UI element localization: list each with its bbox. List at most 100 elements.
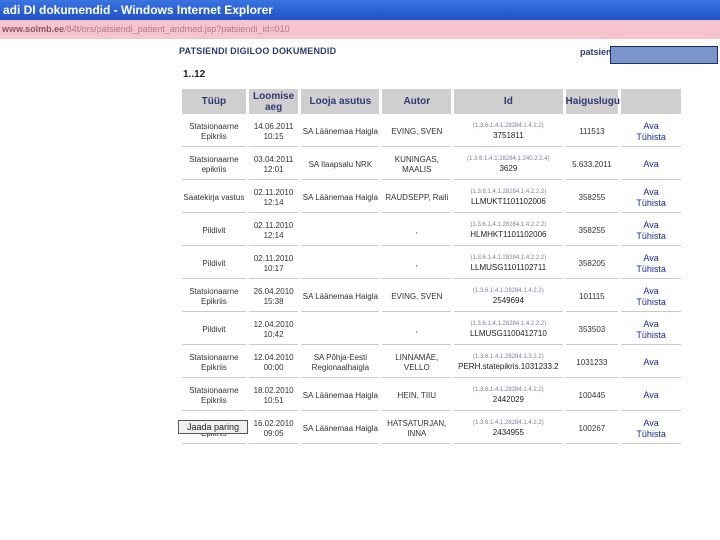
created-time: 10:17 bbox=[263, 263, 284, 273]
cell-org: SA Läänemaa Haigla bbox=[301, 282, 380, 312]
table-row: Statsionaarne Epikriis 12.04.2010 00:00 SA … bbox=[182, 348, 681, 378]
cancel-link[interactable]: Tühista bbox=[621, 198, 681, 209]
cell-case: 100445 bbox=[565, 381, 619, 411]
cell-author: LINNAMÄE, VELLO bbox=[382, 348, 452, 378]
id-oid: (1.3.6.1.4.1.28284.1.4.2.2.2) bbox=[470, 189, 547, 195]
cell-type: Saatekirja vastus bbox=[182, 183, 246, 213]
cell-author: EVING, SVEN bbox=[382, 117, 452, 147]
col-header-type[interactable]: Tüüp bbox=[182, 89, 246, 114]
cell-org: SA Põhja-Eesti Regionaalhaigla bbox=[301, 348, 380, 378]
created-time: 00:00 bbox=[263, 362, 284, 372]
id-value: HLMHKT1101102006 bbox=[470, 230, 547, 239]
col-header-case[interactable]: Haiguslugu bbox=[565, 89, 620, 114]
id-oid: (1.3.6.1.4.1.28284.1.4.2.2) bbox=[473, 420, 544, 426]
cell-id: (1.3.6.1.4.1.28284.1.240.2.2.4) 3629 bbox=[454, 150, 563, 180]
cell-org bbox=[301, 216, 380, 246]
created-date: 03.04.2011 bbox=[253, 154, 294, 164]
id-oid: (1.3.6.1.4.1.28284.1.240.2.2.4) bbox=[467, 156, 550, 162]
id-value: LLMUSG1101102711 bbox=[470, 263, 547, 272]
col-header-author[interactable]: Autor bbox=[382, 89, 452, 114]
address-bar[interactable]: www.solmb.ee/84t/ors/patsiendi_patient_a… bbox=[0, 20, 720, 39]
cell-type: Statsionaarne Epikriis bbox=[182, 348, 246, 378]
more-results-button[interactable]: Jaada paring bbox=[178, 420, 248, 434]
created-date: 18.02.2010 bbox=[253, 385, 294, 395]
id-value: 3629 bbox=[499, 164, 518, 173]
patient-field[interactable] bbox=[610, 46, 718, 64]
cell-actions: Ava Tühista bbox=[621, 117, 681, 147]
open-link[interactable]: Ava bbox=[621, 418, 681, 429]
open-link[interactable]: Ava bbox=[621, 253, 681, 264]
result-range: 1..12 bbox=[183, 69, 206, 80]
table-row: Statsionaarne epikriis 03.04.2011 12:01 SA … bbox=[182, 150, 681, 180]
col-header-org[interactable]: Looja asutus bbox=[301, 89, 380, 114]
open-link[interactable]: Ava bbox=[621, 121, 681, 132]
cell-type: Pildivit bbox=[182, 216, 246, 246]
cell-case: 5.633.2011 bbox=[565, 150, 619, 180]
cancel-link[interactable]: Tühista bbox=[621, 264, 681, 275]
cancel-link[interactable]: Tühista bbox=[621, 429, 681, 440]
cell-type: Statsionaarne epikriis bbox=[182, 150, 246, 180]
cell-author: EVING, SVEN bbox=[382, 282, 452, 312]
id-oid: (1.3.6.1.4.1.28284.1.4.2.2) bbox=[473, 123, 544, 129]
id-oid: (1.3.6.1.4.1.28284.1.4.2.2) bbox=[473, 288, 544, 294]
id-value: PERH.statepikris.1031233.2 bbox=[458, 362, 559, 371]
cell-author: , bbox=[382, 249, 452, 279]
cancel-link[interactable]: Tühista bbox=[621, 132, 681, 143]
cell-type: Statsionaarne Epikriis bbox=[182, 117, 246, 147]
cell-actions: Ava Tühista bbox=[621, 216, 681, 246]
cell-id: (1.3.6.1.4.1.28284.1.3.2.2) PERH.statepik… bbox=[454, 348, 563, 378]
address-host: www.solmb.ee bbox=[2, 24, 65, 34]
table-row: Pildivit 12.04.2010 10:42, (1.3.6.1.4.1.282… bbox=[182, 315, 681, 345]
created-time: 12:14 bbox=[263, 230, 284, 240]
cell-author: , bbox=[382, 315, 452, 345]
created-time: 15:38 bbox=[263, 296, 284, 306]
table-header-row: Tüüp Loomise aeg Looja asutus Autor Id H… bbox=[182, 89, 681, 114]
cell-actions: Ava bbox=[621, 348, 681, 378]
address-path: /84t/ors/patsiendi_patient_andmed.jsp?pa… bbox=[64, 24, 290, 34]
created-time: 10:51 bbox=[263, 395, 284, 405]
open-link[interactable]: Ava bbox=[621, 390, 681, 401]
created-time: 12:14 bbox=[263, 197, 284, 207]
cell-id: (1.3.6.1.4.1.28284.1.4.2.2.2) LLMUSG11011… bbox=[454, 249, 563, 279]
cell-id: (1.3.6.1.4.1.28284.1.4.2.2) 2549694 bbox=[454, 282, 563, 312]
cancel-link[interactable]: Tühista bbox=[621, 330, 681, 341]
open-link[interactable]: Ava bbox=[621, 286, 681, 297]
created-date: 14.06.2011 bbox=[253, 121, 294, 131]
created-time: 10:42 bbox=[263, 329, 284, 339]
open-link[interactable]: Ava bbox=[621, 187, 681, 198]
table-row: Pildivit 02.11.2010 12:14, (1.3.6.1.4.1.282… bbox=[182, 216, 681, 246]
id-oid: (1.3.6.1.4.1.28284.1.4.2.2.2) bbox=[470, 222, 547, 228]
cell-created: 02.11.2010 12:14 bbox=[248, 183, 299, 213]
cell-org: SA Läänemaa Haigla bbox=[301, 117, 380, 147]
open-link[interactable]: Ava bbox=[621, 159, 681, 170]
cancel-link[interactable]: Tühista bbox=[621, 297, 681, 308]
open-link[interactable]: Ava bbox=[621, 357, 681, 368]
table-row: Statsionaarne Epikriis16.02.201009:05SA … bbox=[182, 414, 681, 444]
cell-org: SA Läänemaa Haigla bbox=[301, 183, 380, 213]
open-link[interactable]: Ava bbox=[621, 220, 681, 231]
col-header-id[interactable]: Id bbox=[454, 89, 563, 114]
cell-created: 02.11.2010 10:17 bbox=[248, 249, 299, 279]
documents-table: Tüüp Loomise aeg Looja asutus Autor Id H… bbox=[179, 86, 684, 447]
cell-org: SA Läänemaa Haigla bbox=[301, 414, 380, 444]
open-link[interactable]: Ava bbox=[621, 319, 681, 330]
cell-case: 353503 bbox=[565, 315, 619, 345]
cell-created: 12.04.2010 00:00 bbox=[248, 348, 299, 378]
col-header-created[interactable]: Loomise aeg bbox=[248, 89, 299, 114]
window-title-bar: adi DI dokumendid - Windows Internet Exp… bbox=[0, 0, 720, 20]
created-date: 26.04.2010 bbox=[253, 286, 294, 296]
cell-created: 12.04.2010 10:42 bbox=[248, 315, 299, 345]
created-date: 16.02.2010 bbox=[253, 418, 294, 428]
created-time: 09:05 bbox=[263, 428, 284, 438]
cell-created: 26.04.2010 15:38 bbox=[248, 282, 299, 312]
cell-created: 03.04.2011 12:01 bbox=[248, 150, 299, 180]
cell-created: 14.06.2011 10:15 bbox=[248, 117, 299, 147]
cell-case: 111513 bbox=[565, 117, 619, 147]
cell-org bbox=[301, 315, 380, 345]
cell-type: Statsionaarne Epikriis bbox=[182, 381, 246, 411]
created-date: 02.11.2010 bbox=[253, 220, 294, 230]
cell-created: 16.02.2010 09:05 bbox=[248, 414, 299, 444]
cancel-link[interactable]: Tühista bbox=[621, 231, 681, 242]
cell-id: (1.3.6.1.4.1.28284.1.4.2.2) 2442029 bbox=[454, 381, 563, 411]
cell-id: (1.3.6.1.4.1.28284.1.4.2.2) 3751811 bbox=[454, 117, 563, 147]
